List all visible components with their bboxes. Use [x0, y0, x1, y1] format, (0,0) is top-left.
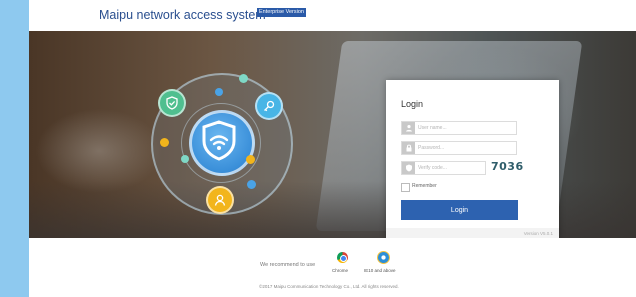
- login-button[interactable]: Login: [401, 200, 518, 220]
- captcha-image[interactable]: 7036: [491, 160, 524, 173]
- login-title: Login: [401, 99, 424, 109]
- browser-label-chrome[interactable]: Chrome: [332, 268, 348, 273]
- hero-banner: Login 7036 Remember: [29, 31, 636, 238]
- verify-shield-icon: [402, 162, 415, 174]
- orbit-dot: [181, 155, 189, 163]
- remember-checkbox[interactable]: [401, 183, 410, 192]
- copyright-text: ©2017 Maipu Communication Technology Co.…: [259, 284, 399, 289]
- verify-code-field[interactable]: [401, 161, 486, 175]
- shield-check-icon: [158, 89, 186, 117]
- password-field[interactable]: [401, 141, 517, 155]
- login-page: Maipu network access system Enterprise V…: [29, 0, 636, 297]
- user-field-icon: [402, 122, 415, 134]
- remember-label: Remember: [412, 183, 437, 189]
- orbit-dot: [247, 180, 256, 189]
- orbit-dot: [246, 155, 255, 164]
- lock-icon: [402, 142, 415, 154]
- top-header: Maipu network access system Enterprise V…: [29, 0, 636, 31]
- edition-badge: Enterprise Version: [257, 8, 306, 17]
- chrome-icon[interactable]: [337, 252, 348, 263]
- username-field[interactable]: [401, 121, 517, 135]
- user-icon: [206, 186, 234, 214]
- version-label: Version V5.0.1: [523, 231, 553, 236]
- orbit-dot: [239, 74, 248, 83]
- login-panel-footer: Version V5.0.1: [386, 228, 559, 238]
- login-panel: Login 7036 Remember: [386, 80, 559, 238]
- recommend-text: We recommend to use: [260, 262, 316, 268]
- brand-title: Maipu network access system: [99, 8, 266, 22]
- ie-icon[interactable]: [377, 251, 390, 264]
- wifi-shield-icon: [189, 110, 255, 176]
- footer: We recommend to use Chrome IE10 and abov…: [29, 238, 636, 297]
- orbit-dot: [160, 138, 169, 147]
- username-input[interactable]: [418, 123, 514, 133]
- password-input[interactable]: [418, 143, 514, 153]
- key-icon: [255, 92, 283, 120]
- orbit-dot: [215, 88, 223, 96]
- verify-code-input[interactable]: [418, 163, 484, 173]
- browser-label-ie[interactable]: IE10 and above: [364, 268, 396, 273]
